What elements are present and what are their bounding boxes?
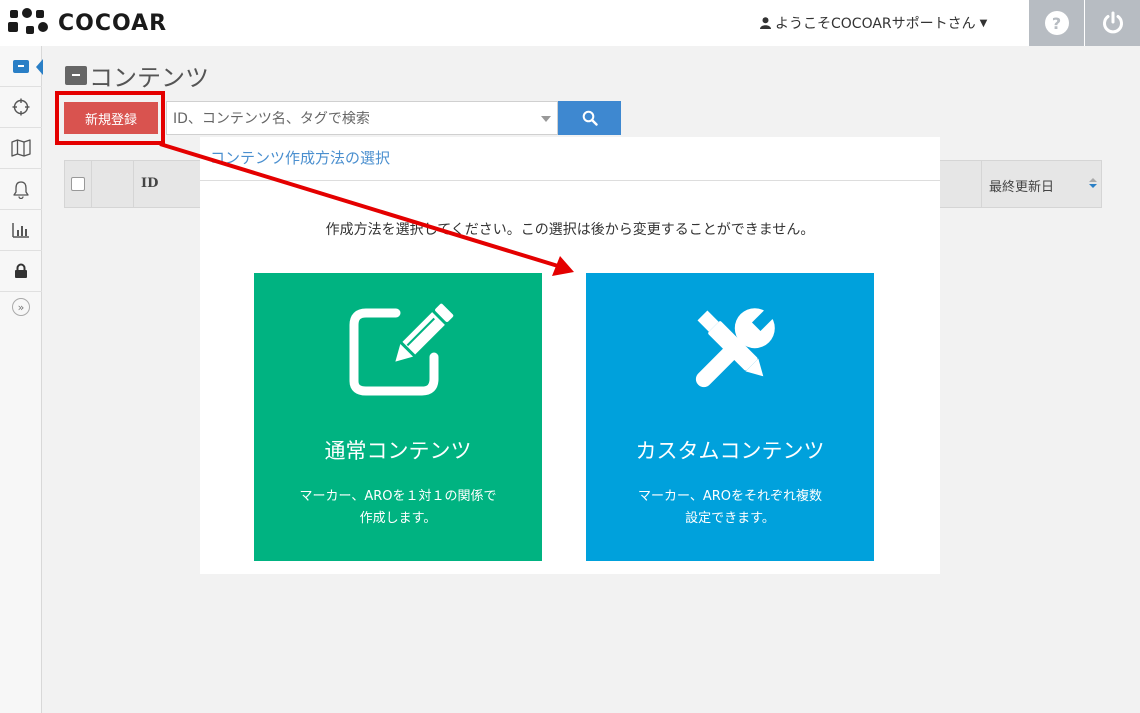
normal-content-card[interactable]: 通常コンテンツ マーカー、AROを１対１の関係で 作成します。 <box>254 273 542 561</box>
search-button[interactable] <box>558 101 621 135</box>
card-description-line: 作成します。 <box>359 511 437 526</box>
edit-pencil-icon <box>349 303 454 396</box>
logout-button[interactable] <box>1085 0 1140 46</box>
highlight-frame <box>55 91 165 145</box>
user-icon <box>760 17 771 29</box>
map-icon <box>11 139 31 157</box>
bell-icon <box>13 180 29 199</box>
tools-icon <box>695 306 777 388</box>
crosshair-icon <box>12 98 30 116</box>
sidebar-item-analytics[interactable] <box>0 210 42 251</box>
modal-title: コンテンツ作成方法の選択 <box>210 149 391 167</box>
column-divider <box>133 161 134 207</box>
sort-icon[interactable] <box>1089 176 1097 190</box>
caret-down-icon: ▼ <box>979 17 988 29</box>
help-button[interactable]: ? <box>1029 0 1084 46</box>
search-input[interactable]: ID、コンテンツ名、タグで検索 <box>166 101 558 135</box>
expand-chevrons-icon: » <box>12 298 30 316</box>
lock-icon <box>15 263 27 278</box>
modal-divider <box>200 180 940 181</box>
search-icon <box>582 110 598 126</box>
page-title-text: コンテンツ <box>89 64 209 92</box>
user-greeting: ようこそCOCOARサポートさん <box>775 16 976 32</box>
user-menu[interactable]: ようこそCOCOARサポートさん ▼ <box>760 0 987 46</box>
card-description: マーカー、AROをそれぞれ複数 設定できます。 <box>586 486 874 530</box>
card-title: カスタムコンテンツ <box>635 439 825 463</box>
card-title: 通常コンテンツ <box>324 439 472 463</box>
sidebar-item-markers[interactable] <box>0 87 42 128</box>
sidebar: » <box>0 46 43 713</box>
top-bar: COCOAR ようこそCOCOARサポートさん ▼ ? <box>0 0 1140 46</box>
page-title: コンテンツ <box>65 58 209 93</box>
logo-text: COCOAR <box>58 10 168 36</box>
bar-chart-icon <box>12 223 29 238</box>
sidebar-item-contents[interactable] <box>0 46 43 87</box>
question-circle-icon: ? <box>1044 11 1069 35</box>
content-box-icon <box>13 59 29 73</box>
dropdown-caret-icon[interactable] <box>541 116 551 122</box>
content-box-icon <box>65 66 87 85</box>
sidebar-item-map[interactable] <box>0 128 42 169</box>
modal-message: 作成方法を選択してください。この選択は後から変更することができません。 <box>325 222 815 238</box>
sidebar-toggle[interactable]: » <box>0 292 42 322</box>
logo-mark-icon <box>8 8 52 38</box>
search-placeholder: ID、コンテンツ名、タグで検索 <box>173 111 370 127</box>
card-description-line: マーカー、AROを１対１の関係で <box>299 489 497 504</box>
logo[interactable]: COCOAR <box>8 7 167 39</box>
power-icon <box>1102 11 1123 34</box>
custom-content-card[interactable]: カスタムコンテンツ マーカー、AROをそれぞれ複数 設定できます。 <box>586 273 874 561</box>
column-divider <box>91 161 92 207</box>
sidebar-item-security[interactable] <box>0 251 42 292</box>
column-divider <box>981 161 982 207</box>
creation-method-modal: コンテンツ作成方法の選択 作成方法を選択してください。この選択は後から変更するこ… <box>200 137 940 574</box>
select-all-checkbox[interactable] <box>71 177 85 191</box>
card-description-line: 設定できます。 <box>685 511 775 526</box>
sidebar-item-notifications[interactable] <box>0 169 42 210</box>
column-id[interactable]: ID <box>141 176 158 191</box>
column-last-updated[interactable]: 最終更新日 <box>989 176 1054 195</box>
card-description: マーカー、AROを１対１の関係で 作成します。 <box>254 486 542 530</box>
card-description-line: マーカー、AROをそれぞれ複数 <box>637 489 823 504</box>
